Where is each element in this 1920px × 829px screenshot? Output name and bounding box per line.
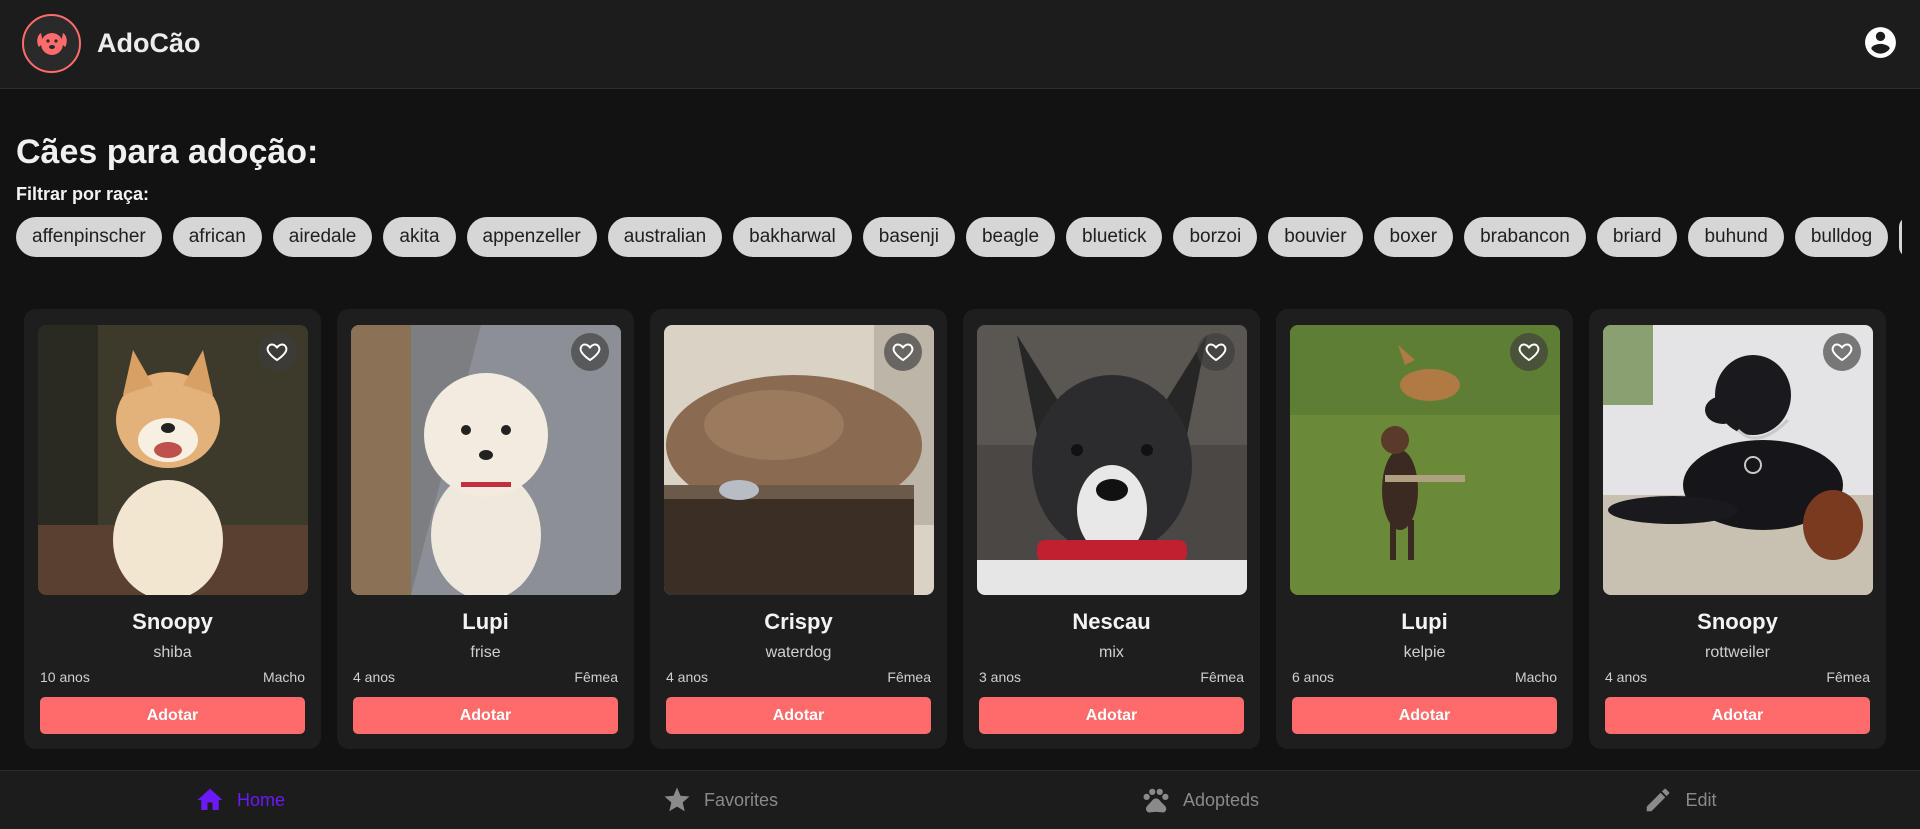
top-app-bar: AdoCão (0, 0, 1920, 89)
dog-card: Nescau mix 3 anos Fêmea Adotar (963, 309, 1260, 749)
breed-chip[interactable]: bakharwal (733, 217, 852, 257)
adopt-button[interactable]: Adotar (979, 697, 1244, 734)
breed-chip[interactable]: bouvier (1268, 217, 1363, 257)
pencil-icon (1647, 788, 1670, 812)
breed-chip[interactable]: bluetick (1066, 217, 1163, 257)
breed-chip[interactable]: australian (607, 217, 723, 257)
dog-sex: Fêmea (574, 669, 618, 685)
dog-age: 6 anos (1292, 669, 1335, 685)
dog-card: Lupi frise 4 anos Fêmea Adotar (337, 309, 634, 749)
dog-photo (351, 325, 621, 595)
breed-chip[interactable]: appenzeller (466, 217, 597, 257)
dog-card-list: Snoopy shiba 10 anos Macho Adotar Lupi f… (24, 309, 1886, 749)
breed-chip[interactable]: african (172, 217, 262, 257)
breed-chip[interactable]: boxer (1373, 217, 1454, 257)
favorite-heart-icon[interactable] (1197, 333, 1235, 371)
dog-name: Lupi (462, 609, 509, 634)
dog-sex: Fêmea (1826, 669, 1870, 685)
dog-age: 10 anos (40, 669, 90, 685)
bottom-navigation: Home Favorites Adopteds Edit (0, 770, 1920, 829)
breed-filter-label: Filtrar por raça: (16, 184, 150, 204)
dog-sex: Fêmea (1200, 669, 1244, 685)
nav-favorites-label: Favorites (703, 789, 779, 810)
dog-name: Snoopy (132, 609, 213, 634)
breed-chip[interactable]: buhund (1688, 217, 1784, 257)
dog-breed: shiba (153, 644, 192, 661)
breed-chip[interactable]: briard (1596, 217, 1678, 257)
nav-adopteds-label: Adopteds (1182, 789, 1260, 810)
dog-logo-icon (22, 14, 81, 73)
nav-home[interactable]: Home (0, 771, 480, 829)
favorite-heart-icon[interactable] (258, 333, 296, 371)
dog-name: Crispy (764, 609, 833, 634)
breed-filter-chips: affenpinscher african airedale akita app… (16, 217, 1902, 259)
breed-chip[interactable]: affenpinscher (16, 217, 162, 257)
dog-sex: Fêmea (887, 669, 931, 685)
dog-age: 4 anos (666, 669, 709, 685)
nav-edit[interactable]: Edit (1440, 771, 1920, 829)
dog-age: 4 anos (353, 669, 396, 685)
favorite-heart-icon[interactable] (1510, 333, 1548, 371)
favorite-heart-icon[interactable] (571, 333, 609, 371)
nav-favorites[interactable]: Favorites (480, 771, 960, 829)
adopt-button[interactable]: Adotar (666, 697, 931, 734)
breed-chip[interactable]: beagle (965, 217, 1056, 257)
dog-card: Crispy waterdog 4 anos Fêmea Adotar (650, 309, 947, 749)
dog-age: 4 anos (1605, 669, 1648, 685)
home-icon (197, 788, 223, 810)
breed-chip-partial[interactable] (1899, 217, 1902, 257)
nav-home-label: Home (236, 789, 285, 810)
dog-photo (664, 325, 934, 595)
breed-chip[interactable]: basenji (862, 217, 955, 257)
breed-chip[interactable]: bulldog (1794, 217, 1889, 257)
dog-breed: mix (1099, 644, 1124, 661)
dog-card: Snoopy rottweiler 4 anos Fêmea Adotar (1589, 309, 1886, 749)
adopt-button[interactable]: Adotar (1605, 697, 1870, 734)
breed-chip[interactable]: airedale (272, 217, 373, 257)
dog-breed: rottweiler (1705, 644, 1770, 661)
dog-photo (1290, 325, 1560, 595)
dog-sex: Macho (1514, 669, 1557, 685)
adopt-button[interactable]: Adotar (1292, 697, 1557, 734)
dog-photo (38, 325, 308, 595)
breed-chip[interactable]: brabancon (1464, 217, 1586, 257)
nav-edit-label: Edit (1685, 789, 1717, 810)
breed-chip[interactable]: akita (383, 217, 456, 257)
dog-name: Nescau (1072, 609, 1151, 634)
dog-name: Snoopy (1697, 609, 1778, 634)
paw-icon (1143, 788, 1169, 813)
breed-chip[interactable]: borzoi (1173, 217, 1258, 257)
favorite-heart-icon[interactable] (884, 333, 922, 371)
page-title: Cães para adoção: (16, 133, 319, 171)
dog-breed: waterdog (765, 644, 832, 661)
dog-breed: frise (470, 644, 501, 661)
adopt-button[interactable]: Adotar (40, 697, 305, 734)
dog-name: Lupi (1401, 609, 1448, 634)
favorite-heart-icon[interactable] (1823, 333, 1861, 371)
dog-card: Lupi kelpie 6 anos Macho Adotar (1276, 309, 1573, 749)
account-icon[interactable] (1862, 24, 1899, 61)
dog-card: Snoopy shiba 10 anos Macho Adotar (24, 309, 321, 749)
adopt-button[interactable]: Adotar (353, 697, 618, 734)
app-title: AdoCão (97, 28, 201, 58)
dog-photo (977, 325, 1247, 595)
dog-age: 3 anos (979, 669, 1022, 685)
nav-adopteds[interactable]: Adopteds (960, 771, 1440, 829)
star-icon (664, 787, 690, 812)
dog-sex: Macho (262, 669, 305, 685)
dog-photo (1603, 325, 1873, 595)
dog-breed: kelpie (1403, 644, 1446, 661)
